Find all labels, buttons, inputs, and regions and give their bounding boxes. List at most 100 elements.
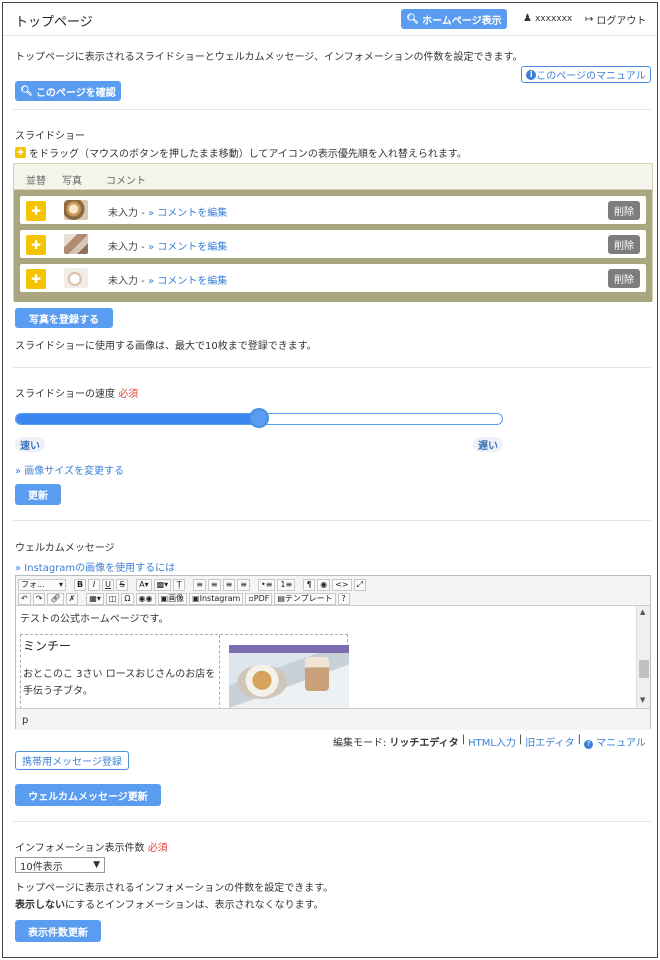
- info-icon: i: [526, 69, 537, 80]
- font-select[interactable]: フォ... ▾: [18, 578, 66, 591]
- content-line: テストの公式ホームページです。: [20, 614, 169, 625]
- align-center-icon[interactable]: ≡: [207, 578, 221, 591]
- info-count-update-button[interactable]: 表示件数更新: [15, 920, 101, 942]
- scrollbar-thumb[interactable]: [639, 660, 649, 678]
- table-icon[interactable]: ▦▾: [86, 592, 104, 605]
- slideshow-heading: スライドショー: [15, 131, 85, 142]
- register-photo-button[interactable]: 写真を登録する: [15, 308, 113, 328]
- help-icon[interactable]: ?: [337, 592, 350, 605]
- clear-format-icon[interactable]: Ṭ: [173, 578, 186, 591]
- mode-html-link[interactable]: HTML入力: [468, 734, 516, 749]
- speed-slider-handle[interactable]: [249, 408, 269, 428]
- edit-comment-link[interactable]: » コメントを編集: [148, 276, 227, 287]
- delete-button[interactable]: 削除: [608, 269, 640, 288]
- delete-button[interactable]: 削除: [608, 235, 640, 254]
- mode-manual-label: マニュアル: [596, 738, 646, 749]
- mode-manual-link[interactable]: ? マニュアル: [583, 734, 646, 749]
- link-icon[interactable]: 🔗︎: [47, 592, 64, 605]
- italic-icon[interactable]: I: [88, 578, 101, 591]
- slide-thumbnail: [64, 268, 88, 288]
- mode-separator: |: [518, 734, 523, 745]
- preview-icon[interactable]: ◉: [317, 578, 331, 591]
- info-note-2: 表示しないにするとインフォメーションは、表示されなくなります。: [15, 896, 324, 911]
- page-title: トップページ: [15, 15, 93, 30]
- column-header-photo: 写真: [62, 176, 82, 187]
- move-handle-icon[interactable]: ✚: [26, 269, 46, 289]
- logout-label: ログアウト: [596, 16, 647, 27]
- editor-scrollbar[interactable]: ▲ ▼: [636, 606, 650, 708]
- fullscreen-icon[interactable]: ⤢: [353, 578, 367, 591]
- speed-update-button[interactable]: 更新: [15, 484, 61, 505]
- editor-content-area[interactable]: テストの公式ホームページです。 ミンチー おとこのこ 3さい ロースおじさんのお…: [16, 606, 636, 708]
- user-icon: ♟: [523, 13, 532, 24]
- comment-status: 未入力 -: [108, 208, 148, 219]
- divider: [3, 35, 657, 36]
- delete-button[interactable]: 削除: [608, 201, 640, 220]
- template-icon: ▤: [277, 594, 285, 603]
- mobile-message-button[interactable]: 携帯用メッセージ登録: [15, 751, 129, 770]
- manual-link-button[interactable]: i このページのマニュアル: [521, 66, 651, 83]
- insert-image-button[interactable]: ▣ 画像: [157, 592, 188, 605]
- align-right-icon[interactable]: ≡: [222, 578, 236, 591]
- speed-fast-label: 速い: [15, 437, 45, 452]
- confirm-page-button[interactable]: 🔍︎ このページを確認: [15, 81, 121, 101]
- image-icon: ▣: [160, 594, 169, 603]
- content-name: ミンチー: [23, 639, 72, 653]
- insert-image-label: 画像: [168, 594, 185, 603]
- omega-icon[interactable]: Ω: [121, 592, 134, 605]
- insert-template-label: テンプレート: [284, 594, 333, 603]
- column-header-comment: コメント: [106, 176, 146, 187]
- mode-separator: |: [577, 734, 581, 745]
- username: xxxxxxx: [534, 13, 573, 24]
- insert-pdf-button[interactable]: ▫ PDF: [245, 592, 273, 605]
- rich-text-editor[interactable]: フォ... ▾ B I U S A▾ ▩▾ Ṭ ≡ ≡ ≡ ≡ •≡ 1≡ ¶: [15, 575, 651, 730]
- numbered-list-icon[interactable]: 1≡: [277, 578, 296, 591]
- resize-image-link[interactable]: » 画像サイズを変更する: [15, 462, 124, 477]
- user-menu[interactable]: ♟ xxxxxxx: [523, 13, 572, 24]
- homepage-view-button[interactable]: 🔍︎ ホームページ表示: [401, 9, 507, 29]
- underline-icon[interactable]: U: [102, 578, 115, 591]
- special-char-icon[interactable]: ◫: [105, 592, 120, 605]
- welcome-update-button[interactable]: ウェルカムメッセージ更新: [15, 784, 161, 806]
- paragraph-icon[interactable]: ¶: [303, 578, 316, 591]
- bullet-list-icon[interactable]: •≡: [258, 578, 276, 591]
- move-handle-icon[interactable]: ✚: [26, 201, 46, 221]
- bg-color-icon[interactable]: ▩▾: [153, 578, 172, 591]
- edit-comment-link[interactable]: » コメントを編集: [148, 208, 227, 219]
- mode-rich-editor: リッチエディタ: [389, 738, 459, 749]
- binoculars-icon[interactable]: ◉◉: [135, 592, 156, 605]
- info-note-2-bold: 表示しない: [15, 900, 65, 911]
- bold-icon[interactable]: B: [74, 578, 87, 591]
- move-icon: ✚: [15, 147, 26, 158]
- redo-icon[interactable]: ↷: [32, 592, 46, 605]
- slide-row: ✚ 未入力 - » コメントを編集 削除: [20, 196, 646, 224]
- undo-icon[interactable]: ↶: [18, 592, 31, 605]
- scroll-up-icon[interactable]: ▲: [640, 608, 645, 616]
- manual-link-label: このページのマニュアル: [536, 71, 646, 82]
- insert-instagram-label: Instagram: [199, 594, 241, 603]
- slideshow-table-header: 並替 写真 コメント: [14, 164, 652, 190]
- info-note-2-rest: にするとインフォメーションは、表示されなくなります。: [65, 900, 324, 911]
- scroll-down-icon[interactable]: ▼: [640, 696, 645, 704]
- edit-comment-link[interactable]: » コメントを編集: [148, 242, 227, 253]
- insert-template-button[interactable]: ▤ テンプレート: [274, 592, 336, 605]
- divider: [13, 520, 651, 521]
- info-count-label-text: インフォメーション表示件数: [15, 843, 145, 854]
- instagram-help-link[interactable]: » Instagramの画像を使用するには: [15, 559, 175, 574]
- slideshow-panel: 並替 写真 コメント ✚ 未入力 - » コメントを編集 削除 ✚ 未入力 - …: [13, 163, 653, 302]
- source-code-icon[interactable]: <>: [332, 578, 352, 591]
- move-handle-icon[interactable]: ✚: [26, 235, 46, 255]
- column-header-sort: 並替: [26, 176, 46, 187]
- mode-old-editor-link[interactable]: 旧エディタ: [525, 734, 574, 749]
- insert-instagram-button[interactable]: ▣ Instagram: [189, 592, 244, 605]
- align-left-icon[interactable]: ≡: [193, 578, 206, 591]
- info-count-select[interactable]: 10件表示 ▼: [15, 857, 105, 873]
- slide-thumbnail: [64, 234, 88, 254]
- align-justify-icon[interactable]: ≡: [237, 578, 250, 591]
- text-color-icon[interactable]: A▾: [136, 578, 152, 591]
- unlink-icon[interactable]: ✗: [65, 592, 79, 605]
- logout-link[interactable]: ↦ ログアウト: [585, 12, 646, 27]
- speed-slow-label: 遅い: [473, 437, 503, 452]
- strikethrough-icon[interactable]: S: [116, 578, 129, 591]
- slide-row: ✚ 未入力 - » コメントを編集 削除: [20, 264, 646, 292]
